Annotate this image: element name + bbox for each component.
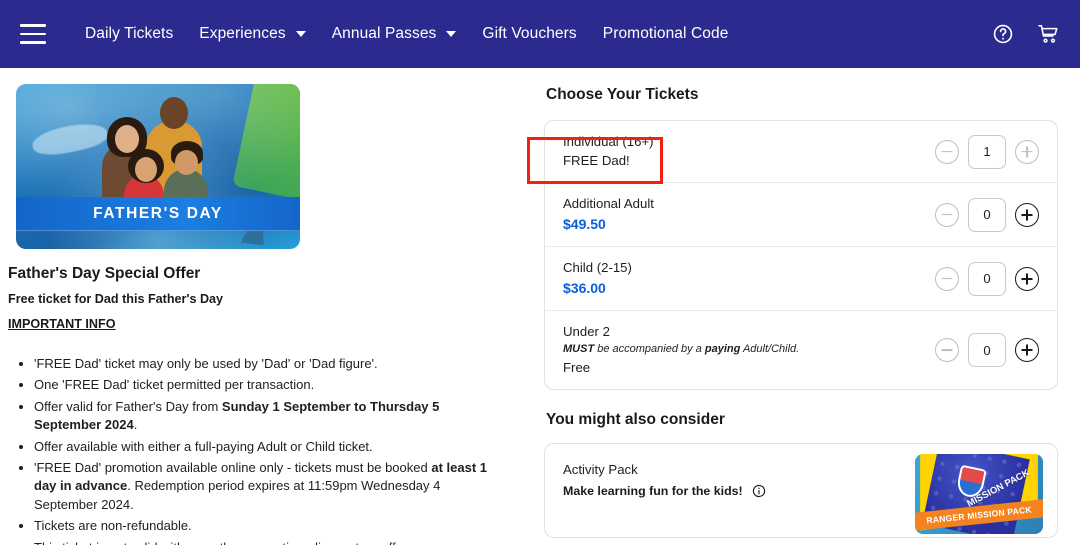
activity-pack-name: Activity Pack xyxy=(563,462,638,477)
activity-pack-text: Activity Pack Make learning fun for the … xyxy=(563,460,766,498)
ticket-info: Child (2-15) $36.00 xyxy=(563,258,935,299)
ticket-info: Additional Adult $49.50 xyxy=(563,194,935,235)
ticket-info: Individual (16+) FREE Dad! xyxy=(563,132,935,171)
ticket-subtitle: FREE Dad! xyxy=(563,153,630,168)
choose-tickets-title: Choose Your Tickets xyxy=(546,86,699,103)
quantity-value[interactable]: 1 xyxy=(968,134,1006,169)
info-circle-icon[interactable] xyxy=(752,484,766,498)
important-info-link[interactable]: IMPORTANT INFO xyxy=(8,317,116,331)
ticket-row: Individual (16+) FREE Dad! 1 xyxy=(545,121,1057,183)
figure-dad-head xyxy=(160,97,188,129)
terms-list-item: Tickets are non-refundable. xyxy=(34,517,502,535)
decrement-button[interactable] xyxy=(935,338,959,362)
nav-item-label: Experiences xyxy=(199,25,286,42)
terms-list-item: Offer valid for Father's Day from Sunday… xyxy=(34,398,502,435)
decrement-button[interactable] xyxy=(935,266,959,291)
activity-pack-tagline: Make learning fun for the kids! xyxy=(563,484,743,498)
terms-list-item: 'FREE Dad' ticket may only be used by 'D… xyxy=(34,355,502,373)
top-navbar: Daily Tickets Experiences Annual Passes … xyxy=(0,0,1080,68)
quantity-stepper: 0 xyxy=(935,261,1039,296)
nav-item-label: Annual Passes xyxy=(331,25,437,42)
increment-button[interactable] xyxy=(1015,139,1039,164)
offer-subtitle: Free ticket for Dad this Father's Day xyxy=(8,292,224,306)
ticket-name: Under 2 xyxy=(563,324,610,339)
page-content: FATHER'S DAY Father's Day Special Offer … xyxy=(0,68,1080,545)
shopping-cart-icon[interactable] xyxy=(1036,23,1060,45)
nav-item-annual-passes[interactable]: Annual Passes xyxy=(319,19,470,49)
ranger-mission-pack-thumbnail: MISSION PACK RANGER MISSION PACK xyxy=(915,454,1043,534)
hero-family-figures xyxy=(94,95,244,217)
quantity-stepper: 1 xyxy=(935,134,1039,169)
nav-links: Daily Tickets Experiences Annual Passes … xyxy=(72,19,741,49)
increment-button[interactable] xyxy=(1015,202,1039,227)
ticket-row: Additional Adult $49.50 0 xyxy=(545,183,1057,247)
nav-item-daily-tickets[interactable]: Daily Tickets xyxy=(72,19,186,49)
figure-girl-face xyxy=(135,157,157,182)
ticket-row: Under 2 MUST be accompanied by a paying A… xyxy=(545,311,1057,389)
terms-list-item: Offer available with either a full-payin… xyxy=(34,438,502,456)
activity-pack-tagline-row: Make learning fun for the kids! xyxy=(563,484,766,498)
hamburger-bar xyxy=(20,41,46,44)
activity-pack-card[interactable]: Activity Pack Make learning fun for the … xyxy=(544,443,1058,538)
figure-mum-face xyxy=(115,125,139,153)
nav-item-label: Daily Tickets xyxy=(85,25,174,42)
terms-list-item: This ticket is not valid with any other … xyxy=(34,539,502,545)
promo-details-column: FATHER'S DAY Father's Day Special Offer … xyxy=(0,68,520,545)
nav-item-experiences[interactable]: Experiences xyxy=(186,19,318,49)
nav-item-gift-vouchers[interactable]: Gift Vouchers xyxy=(469,19,589,49)
quantity-stepper: 0 xyxy=(935,333,1039,367)
hamburger-bar xyxy=(20,24,46,27)
ticket-info: Under 2 MUST be accompanied by a paying A… xyxy=(563,322,935,378)
tickets-column: Choose Your Tickets Individual (16+) FREE… xyxy=(520,68,1080,545)
nav-item-promotional-code[interactable]: Promotional Code xyxy=(590,19,742,49)
help-circle-icon[interactable] xyxy=(992,23,1014,45)
navbar-actions xyxy=(992,23,1060,45)
fathers-day-hero-image: FATHER'S DAY xyxy=(16,84,300,249)
ticket-name: Child (2-15) xyxy=(563,260,632,275)
decrement-button[interactable] xyxy=(935,202,959,227)
quantity-stepper: 0 xyxy=(935,197,1039,232)
ticket-row: Child (2-15) $36.00 0 xyxy=(545,247,1057,311)
nav-item-label: Gift Vouchers xyxy=(482,25,577,42)
ticket-note: MUST be accompanied by a paying Adult/Ch… xyxy=(563,343,800,355)
nav-item-label: Promotional Code xyxy=(602,25,729,42)
ticket-name: Individual (16+) xyxy=(563,134,654,149)
ticket-name: Additional Adult xyxy=(563,196,654,211)
figure-boy-face xyxy=(175,150,198,175)
chevron-down-icon xyxy=(295,31,306,37)
ticket-subtitle: Free xyxy=(563,360,591,375)
quantity-value[interactable]: 0 xyxy=(968,261,1006,296)
quantity-value[interactable]: 0 xyxy=(968,197,1006,232)
hero-banner: FATHER'S DAY xyxy=(16,197,300,231)
terms-list-item: 'FREE Dad' promotion available online on… xyxy=(34,459,502,514)
ticket-price: $36.00 xyxy=(563,280,606,296)
offer-title: Father's Day Special Offer xyxy=(8,265,201,282)
terms-list: 'FREE Dad' ticket may only be used by 'D… xyxy=(8,355,502,545)
hero-banner-label: FATHER'S DAY xyxy=(93,205,223,222)
quantity-value[interactable]: 0 xyxy=(968,333,1006,367)
increment-button[interactable] xyxy=(1015,266,1039,291)
increment-button[interactable] xyxy=(1015,338,1039,362)
decrement-button[interactable] xyxy=(935,139,959,164)
ticket-selection-card: Individual (16+) FREE Dad! 1 Additional Adu… xyxy=(544,120,1058,390)
terms-list-item: One 'FREE Dad' ticket permitted per tran… xyxy=(34,376,502,394)
hamburger-menu-icon[interactable] xyxy=(20,24,46,44)
you-might-also-consider-title: You might also consider xyxy=(546,411,725,428)
hamburger-bar xyxy=(20,32,46,36)
ticket-price: $49.50 xyxy=(563,216,606,232)
chevron-down-icon xyxy=(446,31,457,37)
